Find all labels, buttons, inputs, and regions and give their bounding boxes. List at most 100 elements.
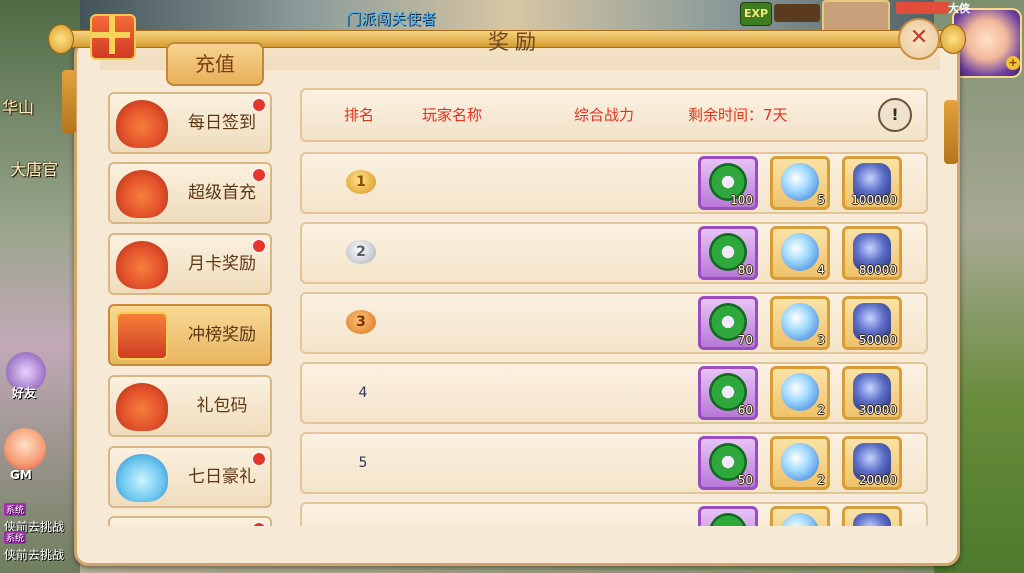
reward-item[interactable]: 2 [770,366,830,420]
silver-medal-icon: 2 [346,240,376,264]
map-label-datang: 大唐官 [10,160,59,179]
reward-count: 80000 [858,263,897,277]
hp-bar [896,2,950,14]
chat-line: 系统 [4,530,28,544]
crystal-cluster-icon [781,233,819,271]
table-row: 5 50 2 20000 [300,432,928,494]
reward-item[interactable]: 70 [698,296,758,350]
avatar-plus-icon[interactable]: + [1006,56,1020,70]
sidebar-item-seven-day[interactable]: 七日豪礼 [108,446,272,508]
reward-item[interactable]: 4 [770,226,830,280]
reward-item[interactable]: 50 [698,436,758,490]
gift-icon [90,14,136,60]
notification-dot [252,98,266,112]
notification-dot [252,168,266,182]
chat-line: 侠前去挑战 [4,548,65,562]
sidebar-item-gift-code[interactable]: 礼包码 [108,375,272,437]
gm-label: GM [10,468,32,482]
header-power: 综合战力 [574,106,635,124]
blue-ore-icon [853,513,891,526]
header-time-remaining: 剩余时间：7天 [688,106,788,124]
table-row: 1 100 5 100000 [300,152,928,214]
reward-count: 3 [817,333,825,347]
money-bag-icon [116,170,168,218]
reward-item[interactable]: 100000 [842,156,902,210]
reward-count: 50 [737,473,753,487]
gift-box-icon [116,312,168,360]
chat-tag: 系统 [4,531,27,544]
reward-count: 50000 [858,333,897,347]
notification-dot [252,239,266,253]
sidebar-item-partial[interactable] [108,516,272,526]
reward-count: 100 [730,193,753,207]
recharge-button[interactable]: 充值 [166,42,264,86]
reward-item[interactable]: 5 [770,156,830,210]
notification-dot [252,452,266,466]
friends-label: 好友 [12,386,37,400]
close-button[interactable]: ✕ [898,18,940,60]
reward-item[interactable]: 20000 [842,436,902,490]
exp-badge: EXP [740,2,772,26]
sidebar-item-monthly-card[interactable]: 月卡奖励 [108,233,272,295]
reward-item[interactable] [698,506,758,526]
reward-item[interactable]: 3 [770,296,830,350]
sidebar-item-label: 冲榜奖励 [188,325,256,345]
tassel-right [944,100,958,164]
tassel-left [62,70,76,134]
sidebar-item-daily-signin[interactable]: 每日签到 [108,92,272,154]
reward-item[interactable]: 80 [698,226,758,280]
gm-icon[interactable] [4,428,46,470]
reward-count: 60 [737,403,753,417]
sidebar-item-ranking-rewards[interactable]: 冲榜奖励 [108,304,272,366]
table-row: 4 60 2 30000 [300,362,928,424]
sidebar-item-first-recharge[interactable]: 超级首充 [108,162,272,224]
rod-cap-right [940,24,966,54]
panel-title: 奖励 [488,30,542,54]
reward-count: 70 [737,333,753,347]
reward-sidebar: 每日签到 超级首充 月卡奖励 冲榜奖励 礼包码 七日豪礼 [104,88,276,526]
reward-item[interactable]: 100 [698,156,758,210]
chat-tag: 系统 [4,503,27,516]
reward-item[interactable]: 2 [770,436,830,490]
money-bag-icon [116,383,168,431]
sidebar-item-label: 礼包码 [196,396,248,416]
rank-number: 6 [348,504,378,526]
reward-item[interactable]: 30000 [842,366,902,420]
reward-item[interactable]: 60 [698,366,758,420]
reward-item[interactable] [770,506,830,526]
header-player-name: 玩家名称 [422,106,483,124]
gold-medal-icon: 1 [346,170,376,194]
crystal-cluster-icon [781,303,819,341]
crystal-cluster-icon [781,163,819,201]
reward-item[interactable]: 80000 [842,226,902,280]
reward-count: 4 [817,263,825,277]
reward-count: 30000 [858,403,897,417]
blue-treasure-icon [116,454,168,502]
bag-coin-icon [116,100,168,148]
notification-dot [252,522,266,526]
crystal-cluster-icon [781,373,819,411]
bronze-medal-icon: 3 [346,310,376,334]
jade-disc-icon [709,513,747,526]
reward-count: 20000 [858,473,897,487]
reward-item[interactable]: 50000 [842,296,902,350]
reward-item[interactable] [842,506,902,526]
reward-count: 100000 [851,193,897,207]
header-rank: 排名 [344,106,375,124]
rank-number: 5 [358,455,368,471]
reward-count: 5 [817,193,825,207]
money-bag-icon [116,241,168,289]
crystal-cluster-icon [781,443,819,481]
player-name: 大侠 [948,2,970,15]
chat-line: 系统 [4,502,28,516]
map-label-huashan: 华山 [2,98,35,117]
reward-count: 2 [817,403,825,417]
info-button[interactable]: ! [878,98,912,132]
reward-count: 80 [737,263,753,277]
rank-number: 4 [358,385,368,401]
npc-name-label: 门派闯关使者 [346,10,437,28]
exp-bar [774,4,820,22]
ranking-rows[interactable]: 1 100 5 100000 2 80 4 80000 3 70 3 50000… [300,150,928,526]
table-row: 3 70 3 50000 [300,292,928,354]
crystal-cluster-icon [781,513,819,526]
